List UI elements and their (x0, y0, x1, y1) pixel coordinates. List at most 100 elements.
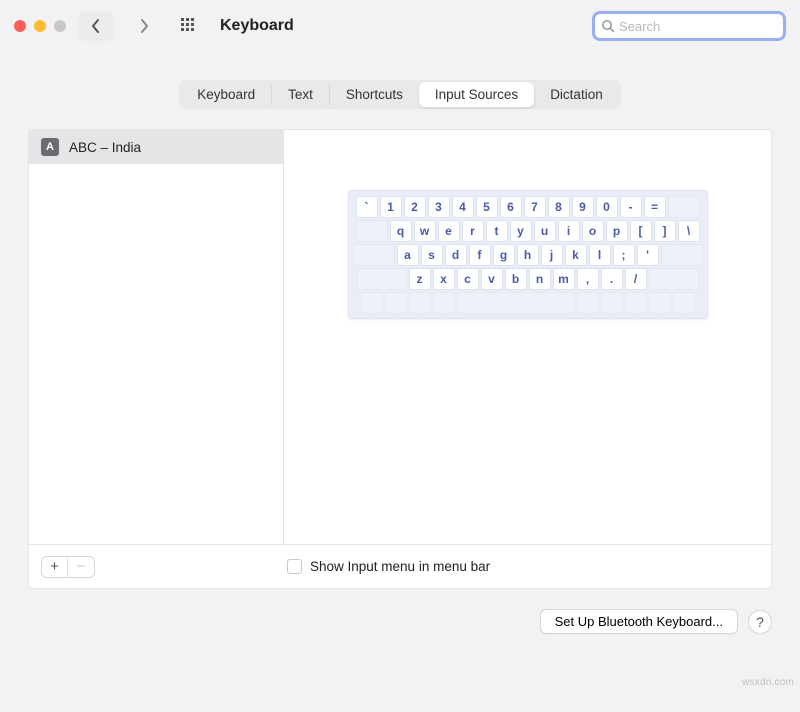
key: 7 (524, 196, 546, 218)
key: i (558, 220, 580, 242)
key: 1 (380, 196, 402, 218)
input-source-badge: A (41, 138, 59, 156)
add-source-button[interactable]: + (42, 557, 68, 577)
key: 5 (476, 196, 498, 218)
key: q (390, 220, 412, 242)
key: e (438, 220, 460, 242)
show-input-menu-checkbox[interactable] (287, 559, 302, 574)
key: ' (637, 244, 659, 266)
window-controls (14, 20, 66, 32)
key: n (529, 268, 551, 290)
key: l (589, 244, 611, 266)
setup-bluetooth-button[interactable]: Set Up Bluetooth Keyboard... (540, 609, 738, 634)
key-blank: . (385, 292, 407, 314)
key-space: . (457, 292, 575, 314)
key: c (457, 268, 479, 290)
key: - (620, 196, 642, 218)
keyboard-preview-area: ` 1 2 3 4 5 6 7 8 9 0 - = . . (284, 130, 771, 544)
chevron-left-icon (91, 18, 101, 34)
key: 4 (452, 196, 474, 218)
key: r (462, 220, 484, 242)
key: y (510, 220, 532, 242)
key: = (644, 196, 666, 218)
key-blank: . (649, 268, 699, 290)
key-blank: . (661, 244, 703, 266)
search-icon (601, 19, 615, 33)
show-input-menu-label: Show Input menu in menu bar (310, 559, 490, 574)
key: [ (630, 220, 652, 242)
close-window-button[interactable] (14, 20, 26, 32)
key: \ (678, 220, 700, 242)
bottom-bar: Set Up Bluetooth Keyboard... ? (0, 589, 800, 634)
window-title: Keyboard (220, 17, 294, 35)
key: d (445, 244, 467, 266)
key: o (582, 220, 604, 242)
back-button[interactable] (78, 11, 114, 41)
key: . (601, 268, 623, 290)
key: z (409, 268, 431, 290)
titlebar: Keyboard (0, 0, 800, 52)
key: f (469, 244, 491, 266)
key: v (481, 268, 503, 290)
remove-source-button[interactable]: − (68, 557, 94, 577)
key: s (421, 244, 443, 266)
grid-icon (181, 18, 197, 34)
key: b (505, 268, 527, 290)
key: 6 (500, 196, 522, 218)
key: / (625, 268, 647, 290)
help-button[interactable]: ? (748, 610, 772, 634)
key: ; (613, 244, 635, 266)
search-field[interactable] (592, 11, 786, 41)
panel-footer: + − Show Input menu in menu bar (29, 544, 771, 588)
key-blank: . (649, 292, 671, 314)
key: w (414, 220, 436, 242)
zoom-window-button[interactable] (54, 20, 66, 32)
key-blank: . (361, 292, 383, 314)
key: 3 (428, 196, 450, 218)
key: ] (654, 220, 676, 242)
tab-shortcuts[interactable]: Shortcuts (330, 82, 419, 107)
tab-keyboard[interactable]: Keyboard (181, 82, 272, 107)
key: 0 (596, 196, 618, 218)
key: x (433, 268, 455, 290)
forward-button[interactable] (126, 11, 162, 41)
key-blank: . (577, 292, 599, 314)
key-blank: . (433, 292, 455, 314)
key-blank: . (357, 268, 407, 290)
key: 2 (404, 196, 426, 218)
chevron-right-icon (139, 18, 149, 34)
input-source-item[interactable]: A ABC – India (29, 130, 283, 164)
input-source-name: ABC – India (69, 140, 141, 155)
tab-dictation[interactable]: Dictation (534, 82, 619, 107)
key: 8 (548, 196, 570, 218)
key: u (534, 220, 556, 242)
show-all-button[interactable] (174, 18, 204, 34)
key: a (397, 244, 419, 266)
search-input[interactable] (619, 19, 777, 34)
key-blank: . (668, 196, 700, 218)
key-blank: . (353, 244, 395, 266)
input-source-list[interactable]: A ABC – India (29, 130, 284, 544)
input-sources-panel: A ABC – India ` 1 2 3 4 5 6 7 8 9 0 (28, 129, 772, 589)
key: , (577, 268, 599, 290)
add-remove-group: + − (41, 556, 95, 578)
key: t (486, 220, 508, 242)
tab-text[interactable]: Text (272, 82, 330, 107)
key: ` (356, 196, 378, 218)
keyboard-preview: ` 1 2 3 4 5 6 7 8 9 0 - = . . (348, 190, 708, 319)
key: 9 (572, 196, 594, 218)
tab-bar: Keyboard Text Shortcuts Input Sources Di… (0, 80, 800, 109)
tab-input-sources[interactable]: Input Sources (419, 82, 534, 107)
watermark: wsxdn.com (742, 677, 794, 688)
key: m (553, 268, 575, 290)
key: p (606, 220, 628, 242)
key-blank: . (673, 292, 695, 314)
key: g (493, 244, 515, 266)
key: k (565, 244, 587, 266)
key: j (541, 244, 563, 266)
key-blank: . (625, 292, 647, 314)
key-blank: . (601, 292, 623, 314)
minimize-window-button[interactable] (34, 20, 46, 32)
key: h (517, 244, 539, 266)
key-blank: . (409, 292, 431, 314)
